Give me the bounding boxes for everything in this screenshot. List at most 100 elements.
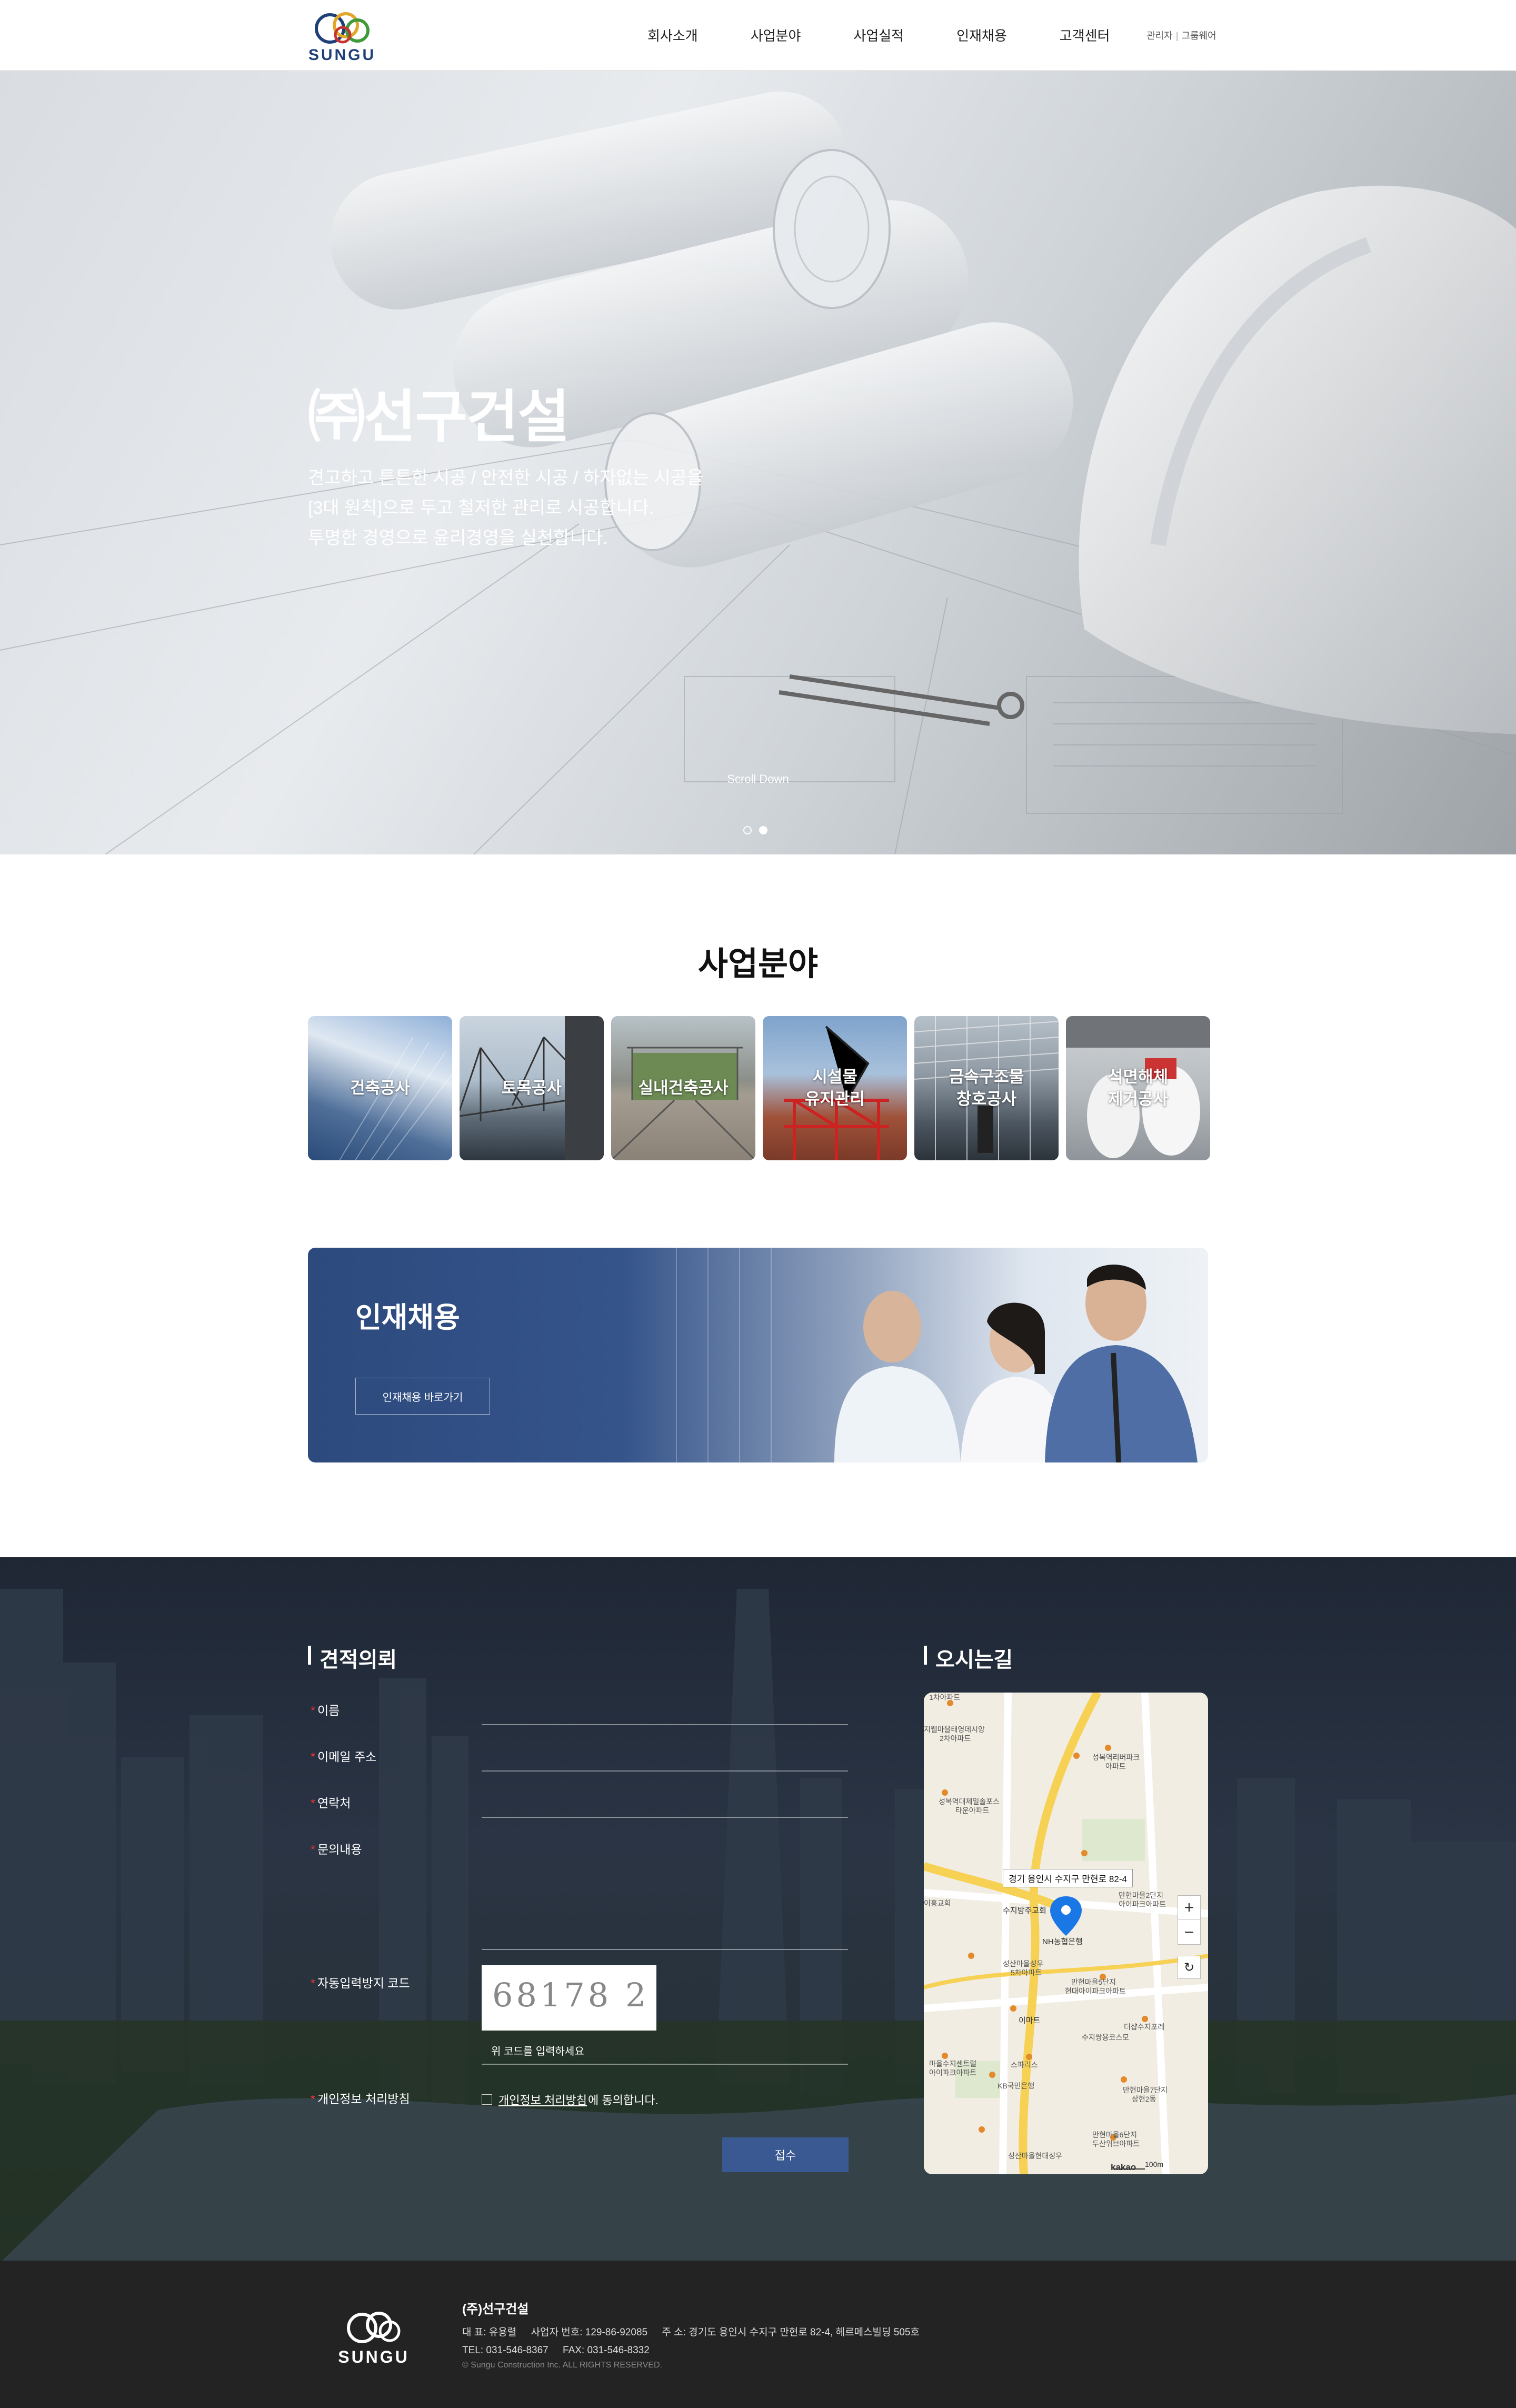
inquiry-textarea[interactable]: [482, 1870, 848, 1950]
business-card-label: 토목공사: [501, 1079, 562, 1097]
location-section-title: 오시는길: [924, 1643, 1013, 1673]
site-footer: SUNGU (주)선구건설 대 표: 유용렬 사업자 번호: 129-86-92…: [0, 2261, 1516, 2408]
email-label: * 이메일 주소: [311, 1750, 377, 1764]
scroll-down-label[interactable]: Scroll Down: [0, 772, 1516, 786]
nav-item-customer[interactable]: 고객센터: [1060, 25, 1110, 45]
privacy-policy-link[interactable]: 개인정보 처리방침: [498, 2091, 587, 2108]
business-card-label: 건축공사: [350, 1079, 411, 1097]
main-nav: 회사소개 사업분야 사업실적 인재채용 고객센터: [647, 25, 1110, 45]
separator: |: [1175, 31, 1179, 41]
svg-text:5차아파트: 5차아파트: [1011, 1968, 1042, 1977]
zoom-in-button[interactable]: +: [1178, 1896, 1200, 1920]
footer-biz-no: 사업자 번호: 129-86-92085: [531, 2327, 648, 2338]
nav-item-recruit[interactable]: 인재채용: [956, 25, 1007, 45]
svg-text:상현2동: 상현2동: [1132, 2095, 1156, 2103]
submit-button[interactable]: 접수: [722, 2137, 849, 2172]
footer-company-info: 대 표: 유용렬 사업자 번호: 129-86-92085 주 소: 경기도 용…: [462, 2324, 931, 2360]
footer-copyright: © Sungu Construction Inc. ALL RIGHTS RES…: [462, 2361, 662, 2370]
svg-text:현대아이파크아파트: 현대아이파크아파트: [1065, 1987, 1126, 1995]
location-map[interactable]: 1차아파트 지웰마을태영데시앙 2차아파트 성복역리버파크 아파트 성복역대제일솔포스…: [924, 1693, 1208, 2174]
svg-text:1차아파트: 1차아파트: [929, 1693, 960, 1701]
hero-description: 견고하고 튼튼한 시공 / 안전한 시공 / 하자없는 시공을 [3대 원칙]으…: [308, 463, 834, 553]
footer-company-name: (주)선구건설: [462, 2302, 529, 2316]
nav-item-company[interactable]: 회사소개: [647, 25, 698, 45]
agree-text: 에 동의합니다.: [588, 2094, 659, 2107]
svg-text:아이파크아파트: 아이파크아파트: [1119, 1900, 1166, 1908]
captcha-image: 68178 2: [482, 1965, 656, 2031]
nav-item-performance[interactable]: 사업실적: [853, 25, 904, 45]
logo-rings-icon: [315, 12, 370, 44]
svg-text:NH농협은행: NH농협은행: [1042, 1937, 1083, 1946]
zoom-out-button[interactable]: −: [1178, 1920, 1200, 1944]
svg-text:성산마을성우: 성산마을성우: [1003, 1959, 1043, 1968]
site-header: SUNGU 회사소개 사업분야 사업실적 인재채용 고객센터 관리자 | 그룹웨어: [0, 0, 1516, 71]
captcha-code: 68178 2: [492, 1976, 650, 2014]
site-logo[interactable]: SUNGU: [308, 9, 376, 64]
svg-text:마을수지센트럴: 마을수지센트럴: [929, 2059, 976, 2068]
business-card-metal[interactable]: 금속구조물 창호공사: [914, 1016, 1059, 1160]
svg-text:이마트: 이마트: [1019, 2016, 1041, 2025]
footer-ceo: 대 표: 유용렬: [462, 2327, 517, 2338]
svg-text:더샵수지포레: 더샵수지포레: [1124, 2023, 1164, 2031]
map-refresh-icon[interactable]: ↻: [1178, 1956, 1201, 1979]
phone-label: * 연락처: [311, 1796, 351, 1810]
name-label: * 이름: [311, 1704, 340, 1717]
business-card-building[interactable]: 건축공사: [308, 1016, 452, 1160]
svg-text:타운아파트: 타운아파트: [955, 1806, 990, 1815]
svg-text:성복역리버파크: 성복역리버파크: [1092, 1753, 1140, 1762]
recruit-banner[interactable]: 인재채용 인재채용 바로가기: [308, 1248, 1208, 1462]
svg-text:아파트: 아파트: [1105, 1762, 1126, 1770]
estimate-section-title: 견적의뢰: [308, 1643, 397, 1673]
map-zoom-control: + −: [1178, 1895, 1201, 1945]
recruit-title: 인재채용: [355, 1302, 460, 1334]
business-card-asbestos[interactable]: 석면해체 제거공사: [1066, 1016, 1210, 1160]
admin-link[interactable]: 관리자: [1146, 31, 1173, 41]
slide-dot-2-active[interactable]: [759, 826, 767, 834]
email-input[interactable]: [482, 1770, 848, 1772]
map-address-tag: 경기 용인시 수지구 만현로 82-4: [1003, 1869, 1133, 1887]
business-card-maintenance[interactable]: 시설물 유지관리: [763, 1016, 907, 1160]
business-card-label: 시설물 유지관리: [804, 1068, 865, 1108]
page: SUNGU 회사소개 사업분야 사업실적 인재채용 고객센터 관리자 | 그룹웨어: [0, 0, 1516, 2408]
business-section-title: 사업분야: [697, 946, 819, 982]
captcha-label: * 자동입력방지 코드: [311, 1976, 410, 1990]
phone-input[interactable]: [482, 1817, 848, 1818]
logo-text: SUNGU: [308, 46, 376, 64]
business-card-civil[interactable]: 토목공사: [460, 1016, 604, 1160]
svg-text:아이파크아파트: 아이파크아파트: [929, 2068, 976, 2077]
svg-text:2차아파트: 2차아파트: [940, 1734, 971, 1743]
svg-text:두산위브아파트: 두산위브아파트: [1092, 2140, 1140, 2148]
business-cards: 건축공사 토목공사 실내건축공사 시설물 유지관리 금속구조물 창호공사 석면해…: [308, 1016, 1210, 1160]
utility-links: 관리자 | 그룹웨어: [1146, 28, 1216, 42]
hero-banner: ㈜선구건설 견고하고 튼튼한 시공 / 안전한 시공 / 하자없는 시공을 [3…: [0, 71, 1516, 854]
privacy-agree: 개인정보 처리방침 에 동의합니다.: [482, 2091, 659, 2108]
svg-text:KB국민은행: KB국민은행: [998, 2082, 1034, 2090]
recruit-button[interactable]: 인재채용 바로가기: [355, 1378, 490, 1415]
svg-text:스파리스: 스파리스: [1011, 2061, 1038, 2069]
map-scale: 100m: [1145, 2160, 1164, 2168]
hero-desc-line: 투명한 경영으로 윤리경영을 실천합니다.: [308, 528, 608, 548]
privacy-label: * 개인정보 처리방침: [311, 2092, 410, 2106]
svg-text:만현마을2단지: 만현마을2단지: [1119, 1891, 1163, 1899]
name-input[interactable]: [482, 1724, 848, 1725]
svg-text:수지쌍용코스모: 수지쌍용코스모: [1082, 2033, 1129, 2042]
nav-item-business[interactable]: 사업분야: [751, 25, 801, 45]
hero-background-image: [0, 91, 1516, 854]
svg-text:만현마을6단지: 만현마을6단지: [1092, 2131, 1137, 2139]
business-card-label: 금속구조물 창호공사: [949, 1068, 1024, 1108]
footer-logo: SUNGU: [337, 2308, 411, 2366]
svg-text:만현마을7단지: 만현마을7단지: [1123, 2086, 1168, 2094]
captcha-input-hint[interactable]: 위 코드를 입력하세요: [491, 2043, 584, 2058]
svg-text:이홍교회: 이홍교회: [924, 1899, 951, 1907]
hero-desc-line: 견고하고 튼튼한 시공 / 안전한 시공 / 하자없는 시공을: [308, 468, 704, 488]
svg-text:만현마을5단지: 만현마을5단지: [1071, 1978, 1116, 1986]
captcha-input[interactable]: [482, 2064, 848, 2065]
map-tiles: 1차아파트지웰마을태영데시앙2차아파트 성복역리버파크아파트 성복역대제일솔포스…: [924, 1693, 1208, 2174]
business-card-interior[interactable]: 실내건축공사: [611, 1016, 755, 1160]
inquiry-label: * 문의내용: [311, 1843, 362, 1856]
svg-text:성복역대제일솔포스: 성복역대제일솔포스: [939, 1797, 1000, 1806]
slide-dot-1[interactable]: [743, 826, 752, 834]
privacy-agree-checkbox[interactable]: [482, 2094, 492, 2105]
groupware-link[interactable]: 그룹웨어: [1181, 31, 1216, 41]
svg-text:수지방주교회: 수지방주교회: [1003, 1906, 1046, 1915]
